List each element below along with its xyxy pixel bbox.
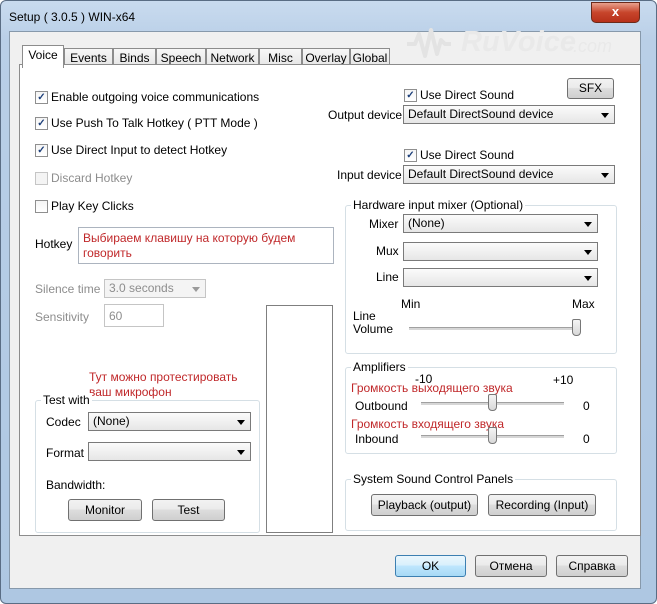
soundwave-logo-icon <box>407 28 451 58</box>
inbound-value: 0 <box>583 432 590 446</box>
sound-panels-title: System Sound Control Panels <box>351 472 516 486</box>
chevron-down-icon <box>237 420 245 425</box>
window-title: Setup ( 3.0.5 ) WIN-x64 <box>9 10 136 24</box>
discard-hotkey-label: Discard Hotkey <box>51 171 133 185</box>
line-select[interactable] <box>403 268 598 287</box>
chevron-down-icon <box>192 287 200 292</box>
mixer-select[interactable]: (None) <box>403 214 598 233</box>
level-meter <box>266 305 333 533</box>
close-button[interactable]: x <box>591 2 640 23</box>
mux-select[interactable] <box>403 242 598 261</box>
direct-input-label: Use Direct Input to detect Hotkey <box>51 143 228 157</box>
monitor-button[interactable]: Monitor <box>68 499 142 521</box>
play-key-clicks-label: Play Key Clicks <box>51 199 134 213</box>
bandwidth-label: Bandwidth: <box>46 478 106 492</box>
watermark-text: RuVoice <box>461 26 576 58</box>
input-device-value: Default DirectSound device <box>408 167 554 181</box>
hotkey-note: Выбираем клавишу на которую будем говори… <box>83 231 296 260</box>
input-direct-sound-checkbox[interactable]: ✓ <box>404 149 417 162</box>
codec-label: Codec <box>46 415 81 429</box>
enable-outgoing-checkbox[interactable]: ✓ <box>35 91 48 104</box>
sfx-button[interactable]: SFX <box>567 78 614 99</box>
play-key-clicks-checkbox[interactable] <box>35 200 48 213</box>
sensitivity-field[interactable]: 60 <box>104 304 164 327</box>
format-label: Format <box>46 446 85 460</box>
hardware-mixer-title: Hardware input mixer (Optional) <box>351 198 526 212</box>
outbound-label: Outbound <box>355 399 408 413</box>
chevron-down-icon <box>584 276 592 281</box>
sensitivity-value: 60 <box>109 309 123 323</box>
line-volume-slider[interactable] <box>409 319 581 339</box>
silence-time-select[interactable]: 3.0 seconds <box>104 279 206 298</box>
playback-output-button[interactable]: Playback (output) <box>371 494 478 516</box>
output-direct-sound-checkbox[interactable]: ✓ <box>404 89 417 102</box>
chevron-down-icon <box>601 113 609 118</box>
amplifiers-title: Amplifiers <box>351 360 408 374</box>
discard-hotkey-checkbox[interactable] <box>35 172 48 185</box>
ok-button[interactable]: OK <box>395 555 466 577</box>
silence-time-label: Silence time <box>35 282 101 296</box>
recording-input-button[interactable]: Recording (Input) <box>488 494 596 516</box>
slider-thumb[interactable] <box>572 319 581 336</box>
input-device-label: Input device <box>337 168 402 182</box>
output-direct-sound-label: Use Direct Sound <box>420 88 515 102</box>
watermark-suffix: .com <box>573 36 613 56</box>
mux-label: Mux <box>376 244 399 258</box>
hotkey-field[interactable]: Выбираем клавишу на которую будем говори… <box>78 227 334 264</box>
output-device-label: Output device <box>328 108 403 122</box>
direct-input-checkbox[interactable]: ✓ <box>35 144 48 157</box>
push-to-talk-label: Use Push To Talk Hotkey ( PTT Mode ) <box>51 116 258 130</box>
codec-select[interactable]: (None) <box>88 412 251 431</box>
amp-max-label: +10 <box>553 373 574 387</box>
inbound-label: Inbound <box>355 432 399 446</box>
line-label: Line <box>376 270 399 284</box>
silence-time-value: 3.0 seconds <box>109 281 174 295</box>
watermark: RuVoice .com <box>405 24 620 64</box>
test-button[interactable]: Test <box>152 499 225 521</box>
chevron-down-icon <box>237 450 245 455</box>
mixer-value: (None) <box>408 216 445 230</box>
input-device-select[interactable]: Default DirectSound device <box>403 165 615 184</box>
chevron-down-icon <box>601 173 609 178</box>
output-device-select[interactable]: Default DirectSound device <box>403 105 615 124</box>
slider-thumb[interactable] <box>488 427 497 444</box>
tab-voice[interactable]: Voice <box>22 45 64 68</box>
test-note: Тут можно протестировать ваш микрофон <box>89 370 238 399</box>
line-volume-min-label: Min <box>401 297 421 311</box>
chevron-down-icon <box>584 222 592 227</box>
outbound-value: 0 <box>583 399 590 413</box>
inbound-slider[interactable] <box>421 427 564 447</box>
mixer-label: Mixer <box>369 217 399 231</box>
hotkey-label: Hotkey <box>35 237 73 251</box>
slider-track <box>409 327 581 331</box>
format-select[interactable] <box>88 442 251 461</box>
help-button[interactable]: Справка <box>556 555 628 577</box>
cancel-button[interactable]: Отмена <box>475 555 547 577</box>
slider-thumb[interactable] <box>488 394 497 411</box>
codec-value: (None) <box>93 414 130 428</box>
output-device-value: Default DirectSound device <box>408 107 554 121</box>
chevron-down-icon <box>584 250 592 255</box>
line-volume-label: Line Volume <box>353 309 394 336</box>
outbound-slider[interactable] <box>421 394 564 414</box>
line-volume-max-label: Max <box>572 297 595 311</box>
test-with-title: Test with <box>41 393 92 407</box>
input-direct-sound-label: Use Direct Sound <box>420 148 515 162</box>
outbound-note: Громкость выходящего звука <box>351 381 513 395</box>
sensitivity-label: Sensitivity <box>35 310 90 324</box>
push-to-talk-checkbox[interactable]: ✓ <box>35 117 48 130</box>
enable-outgoing-label: Enable outgoing voice communications <box>51 90 260 104</box>
